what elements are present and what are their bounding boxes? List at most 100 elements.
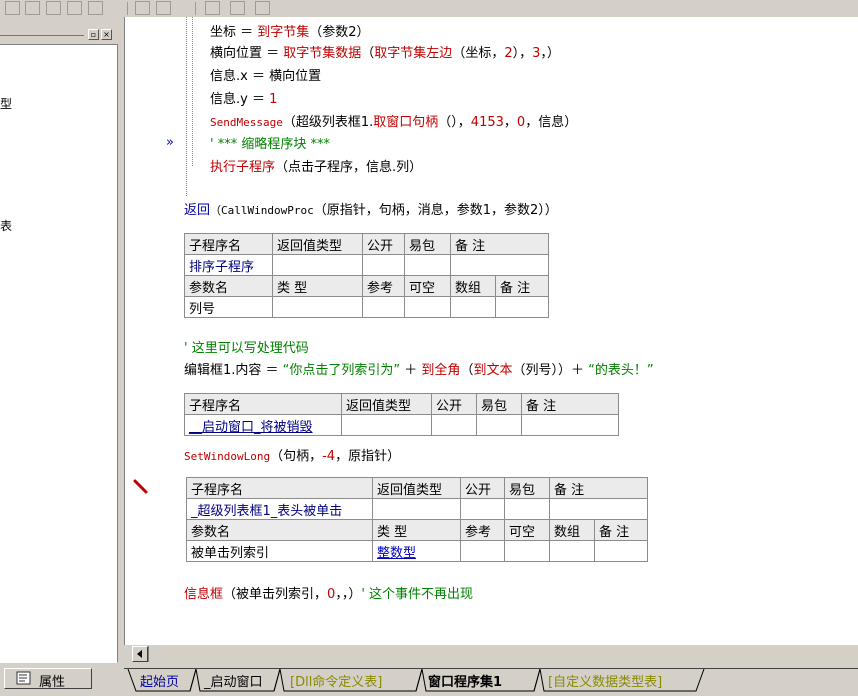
table-cell[interactable] — [362, 254, 405, 276]
table-header: 易包 — [504, 477, 550, 499]
tab-window-assembly[interactable]: 窗口程序集1 — [428, 671, 502, 690]
code-line[interactable]: SendMessage（超级列表框1.取窗口句柄（），4153，0，信息） — [210, 115, 577, 131]
properties-icon — [16, 671, 31, 685]
subroutine-table: 子程序名 返回值类型 公开 易包 备 注 _超级列表框1_表头被单击 参数名 类… — [186, 477, 648, 562]
scroll-track[interactable] — [148, 646, 179, 662]
panel-body[interactable]: 型 表 — [0, 44, 118, 663]
table-header: 子程序名 — [186, 477, 373, 499]
table-cell[interactable] — [549, 498, 648, 520]
tab-startup-window[interactable]: _启动窗口 — [204, 671, 263, 690]
table-header: 易包 — [404, 233, 451, 255]
restore-button[interactable]: ▫ — [88, 29, 99, 40]
close-button[interactable]: × — [101, 29, 112, 40]
table-cell[interactable] — [495, 296, 549, 318]
center-icon[interactable] — [255, 1, 270, 15]
table-header: 易包 — [476, 393, 522, 415]
tab-start-page[interactable]: 起始页 — [140, 671, 179, 690]
table-cell[interactable] — [450, 254, 549, 276]
table-cell[interactable] — [521, 414, 619, 436]
panel-text: 型 — [0, 97, 13, 111]
split-icon[interactable] — [67, 1, 82, 15]
table-cell[interactable] — [272, 254, 363, 276]
table-header: 可空 — [504, 519, 550, 541]
table-cell[interactable] — [460, 540, 505, 562]
table-header: 备 注 — [549, 477, 648, 499]
table-header: 公开 — [362, 233, 405, 255]
table-header: 公开 — [460, 477, 505, 499]
table-header: 返回值类型 — [372, 477, 461, 499]
table-header: 备 注 — [495, 275, 549, 297]
pencil-icon — [133, 479, 148, 494]
table-header: 子程序名 — [184, 393, 342, 415]
table-header: 备 注 — [594, 519, 648, 541]
height-icon[interactable] — [135, 1, 150, 15]
panel-title-bar: ▫ × — [0, 29, 118, 42]
tab-dll-commands[interactable]: [Dll命令定义表] — [290, 671, 382, 690]
code-comment[interactable]: ' 这里可以写处理代码 — [184, 341, 309, 357]
table-cell[interactable] — [476, 414, 522, 436]
subroutine-table: 子程序名 返回值类型 公开 易包 备 注 __启动窗口_将被销毁 — [184, 393, 619, 436]
table-cell[interactable] — [549, 540, 595, 562]
expand-block-icon[interactable]: » — [166, 135, 174, 151]
code-line[interactable]: SetWindowLong（句柄，-4，原指针） — [184, 449, 400, 465]
table-cell[interactable] — [404, 296, 451, 318]
table-cell[interactable]: 被单击列索引 — [186, 540, 373, 562]
table-cell[interactable]: 列号 — [184, 296, 273, 318]
code-line[interactable]: 信息框（被单击列索引，0，，）' 这个事件不再出现 — [184, 587, 473, 603]
table-cell[interactable] — [594, 540, 648, 562]
code-line[interactable]: 信息.y ＝ 1 — [210, 92, 277, 108]
toolbar-separator — [195, 2, 196, 15]
table-header: 参考 — [362, 275, 405, 297]
block-guide — [186, 17, 187, 197]
align-icon[interactable] — [46, 1, 61, 15]
table-header: 公开 — [431, 393, 477, 415]
panel-text: 表 — [0, 219, 13, 233]
tab-bar: 起始页 _启动窗口 [Dll命令定义表] 窗口程序集1 [自定义数据类型表] — [124, 668, 858, 696]
tab-custom-types[interactable]: [自定义数据类型表] — [548, 671, 662, 690]
merge-icon[interactable] — [25, 1, 40, 15]
table-header: 返回值类型 — [341, 393, 432, 415]
hspace-icon[interactable] — [156, 1, 171, 15]
left-panel: ▫ × 型 表 — [0, 17, 124, 668]
table-cell[interactable] — [504, 498, 550, 520]
horizontal-scrollbar[interactable] — [124, 645, 858, 668]
table-cell[interactable]: __启动窗口_将被销毁 — [184, 414, 342, 436]
table-cell[interactable] — [372, 498, 461, 520]
width-icon[interactable] — [88, 1, 103, 15]
table-header: 返回值类型 — [272, 233, 363, 255]
table-header: 数组 — [450, 275, 496, 297]
center-icon[interactable] — [230, 1, 245, 15]
code-line[interactable]: 横向位置 ＝ 取字节集数据（取字节集左边（坐标，2），3，） — [210, 46, 560, 62]
property-tab[interactable]: 属性 — [4, 668, 92, 690]
table-cell[interactable] — [504, 540, 550, 562]
table-header: 类 型 — [272, 275, 363, 297]
toolbar — [0, 0, 858, 17]
table-cell[interactable]: 排序子程序 — [184, 254, 273, 276]
table-cell[interactable] — [272, 296, 363, 318]
table-cell[interactable] — [341, 414, 432, 436]
code-line[interactable]: ' *** 缩略程序块 *** — [210, 137, 330, 153]
code-editor[interactable]: 坐标 ＝ 到字节集（参数2） 横向位置 ＝ 取字节集数据（取字节集左边（坐标，2… — [124, 17, 858, 645]
table-header: 参考 — [460, 519, 505, 541]
table-cell[interactable] — [450, 296, 496, 318]
code-line[interactable]: 坐标 ＝ 到字节集（参数2） — [210, 25, 370, 41]
table-cell[interactable] — [431, 414, 477, 436]
table-cell[interactable] — [362, 296, 405, 318]
code-line[interactable]: 执行子程序（点击子程序，信息.列） — [210, 160, 422, 176]
title-grip — [0, 35, 84, 36]
table-cell[interactable]: _超级列表框1_表头被单击 — [186, 498, 373, 520]
scroll-left-button[interactable] — [132, 646, 148, 662]
code-line[interactable]: 编辑框1.内容 ＝ “你点击了列索引为” ＋ 到全角（到文本（列号））＋ “的表… — [184, 363, 654, 379]
table-cell[interactable] — [460, 498, 505, 520]
block-guide — [192, 17, 193, 167]
table-cell[interactable] — [404, 254, 451, 276]
code-line[interactable]: 信息.x ＝ 横向位置 — [210, 69, 321, 85]
vspace-icon[interactable] — [205, 1, 220, 15]
code-line[interactable]: 返回（CallWindowProc（原指针，句柄，消息，参数1，参数2）） — [184, 203, 558, 219]
table-cell[interactable]: 整数型 — [372, 540, 461, 562]
table-header: 子程序名 — [184, 233, 273, 255]
table-header: 参数名 — [186, 519, 373, 541]
toolbar-separator — [127, 2, 128, 15]
table-header: 可空 — [404, 275, 451, 297]
grid-icon[interactable] — [5, 1, 20, 15]
